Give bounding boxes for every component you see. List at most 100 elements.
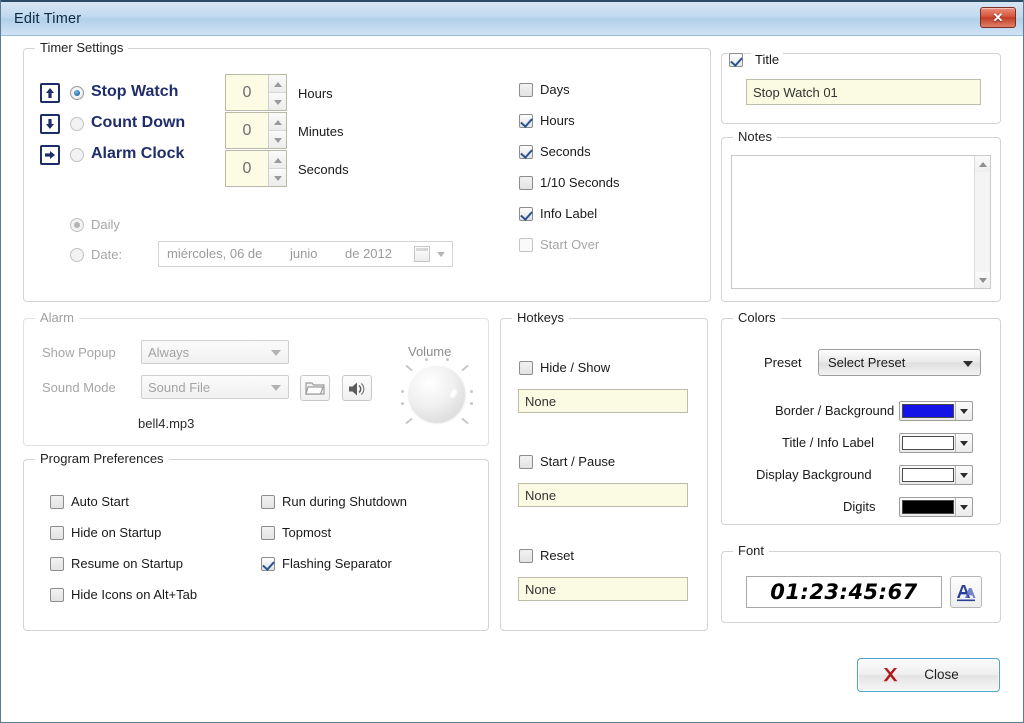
hotkey-start-pause-value: None (525, 487, 557, 503)
checkbox-seconds[interactable] (519, 145, 533, 159)
minutes-value: 0 (242, 121, 252, 139)
browse-sound-file-button[interactable] (300, 375, 330, 401)
seconds-value: 0 (242, 159, 252, 177)
chevron-down-icon[interactable] (955, 434, 972, 452)
scroll-up-arrow-icon[interactable] (975, 156, 990, 172)
checkbox-info-label[interactable] (519, 207, 533, 221)
radio-count-down[interactable] (70, 117, 84, 131)
date-day-segment[interactable]: miércoles, 06 de (167, 246, 262, 261)
program-preferences-legend: Program Preferences (35, 451, 169, 466)
date-year-segment[interactable]: de 2012 (345, 246, 392, 261)
color-picker-display-background[interactable] (899, 465, 973, 485)
arrow-down-icon[interactable] (40, 114, 60, 134)
checkbox-label-flashing-separator: Flashing Separator (282, 556, 392, 571)
chevron-down-icon[interactable] (437, 252, 445, 257)
arrow-right-icon[interactable] (40, 145, 60, 165)
checkbox-title-enabled[interactable] (729, 53, 743, 67)
chevron-down-icon (271, 385, 281, 391)
hours-decrement-button[interactable] (269, 92, 286, 110)
checkbox-days[interactable] (519, 83, 533, 97)
play-sound-button[interactable] (342, 375, 372, 401)
window-close-button[interactable]: ✕ (980, 7, 1016, 28)
checkbox-hide-on-startup[interactable] (50, 526, 64, 540)
hours-spinner-buttons (268, 75, 286, 110)
checkbox-flashing-separator[interactable] (261, 557, 275, 571)
checkbox-hide-icons-alt-tab[interactable] (50, 588, 64, 602)
radio-label-date: Date: (91, 247, 123, 262)
checkbox-run-during-shutdown[interactable] (261, 495, 275, 509)
checkbox-hotkey-hide-show[interactable] (519, 361, 533, 375)
checkbox-hotkey-reset[interactable] (519, 549, 533, 563)
radio-stop-watch[interactable] (70, 86, 84, 100)
arrow-up-icon[interactable] (40, 83, 60, 103)
chevron-down-icon[interactable] (955, 466, 972, 484)
date-month-segment[interactable]: junio (290, 246, 317, 261)
checkbox-topmost[interactable] (261, 526, 275, 540)
chevron-down-icon[interactable] (955, 498, 972, 516)
radio-label-stop-watch: Stop Watch (91, 83, 179, 100)
notes-scrollbar[interactable] (974, 156, 990, 288)
minutes-spinner-buttons (268, 113, 286, 148)
volume-label: Volume (408, 344, 452, 359)
radio-label-count-down: Count Down (91, 114, 186, 131)
preset-select[interactable]: Select Preset (818, 349, 981, 376)
checkbox-auto-start[interactable] (50, 495, 64, 509)
hotkey-hide-show-input[interactable]: None (518, 389, 688, 413)
sound-file-name: bell4.mp3 (138, 416, 195, 431)
hours-spinner[interactable]: 0 (225, 74, 287, 111)
show-popup-value: Always (148, 344, 190, 360)
radio-label-alarm-clock: Alarm Clock (91, 145, 185, 162)
font-picker-button[interactable] (950, 576, 982, 608)
knob-tick (446, 358, 449, 361)
hours-increment-button[interactable] (269, 75, 286, 92)
hotkey-reset-input[interactable]: None (518, 577, 688, 601)
seconds-spinner[interactable]: 0 (225, 150, 287, 187)
minutes-spinner[interactable]: 0 (225, 112, 287, 149)
seconds-increment-button[interactable] (269, 151, 286, 168)
close-icon: ✕ (992, 10, 1004, 25)
checkbox-label-hours: Hours (540, 113, 575, 128)
program-preferences-group: Program Preferences (23, 451, 489, 631)
checkbox-start-over (519, 238, 533, 252)
checkbox-label-resume-on-startup: Resume on Startup (71, 556, 184, 571)
title-group-legend: Title (751, 52, 784, 67)
color-label-digits: Digits (843, 499, 876, 514)
checkbox-label-hotkey-reset: Reset (540, 548, 574, 563)
colors-legend: Colors (733, 310, 781, 325)
color-label-title-info: Title / Info Label (782, 435, 875, 450)
font-legend: Font (733, 543, 770, 558)
volume-knob[interactable] (409, 366, 465, 422)
checkbox-resume-on-startup[interactable] (50, 557, 64, 571)
date-picker[interactable]: miércoles, 06 de junio de 2012 (158, 241, 453, 267)
chevron-down-icon[interactable] (955, 402, 972, 420)
knob-tick (470, 390, 473, 393)
hotkeys-legend: Hotkeys (512, 310, 569, 325)
minutes-decrement-button[interactable] (269, 130, 286, 148)
checkbox-tenth-seconds[interactable] (519, 176, 533, 190)
sound-mode-select[interactable]: Sound File (141, 375, 289, 399)
color-picker-digits[interactable] (899, 497, 973, 517)
color-label-display-background: Display Background (756, 467, 872, 482)
radio-daily[interactable] (70, 218, 84, 232)
color-picker-title-info[interactable] (899, 433, 973, 453)
seconds-decrement-button[interactable] (269, 168, 286, 186)
checkbox-label-hotkey-start-pause: Start / Pause (540, 454, 616, 469)
scroll-down-arrow-icon[interactable] (975, 272, 990, 288)
volume-knob-indicator (447, 387, 460, 400)
minutes-increment-button[interactable] (269, 113, 286, 130)
title-input[interactable]: Stop Watch 01 (746, 79, 981, 105)
checkbox-hotkey-start-pause[interactable] (519, 455, 533, 469)
font-preview-text: 01:23:45:67 (770, 580, 918, 604)
checkbox-hours[interactable] (519, 114, 533, 128)
notes-textarea[interactable] (731, 155, 991, 289)
radio-date[interactable] (70, 248, 84, 262)
alarm-legend: Alarm (35, 310, 79, 325)
close-button[interactable]: Close (857, 658, 1000, 692)
radio-alarm-clock[interactable] (70, 148, 84, 162)
seconds-spinner-buttons (268, 151, 286, 186)
show-popup-select[interactable]: Always (141, 340, 289, 364)
edit-timer-window: Edit Timer ✕ Timer Settings Stop Watch C… (0, 0, 1024, 723)
color-picker-border-background[interactable] (899, 401, 973, 421)
hotkey-start-pause-input[interactable]: None (518, 483, 688, 507)
notes-legend: Notes (733, 129, 777, 144)
